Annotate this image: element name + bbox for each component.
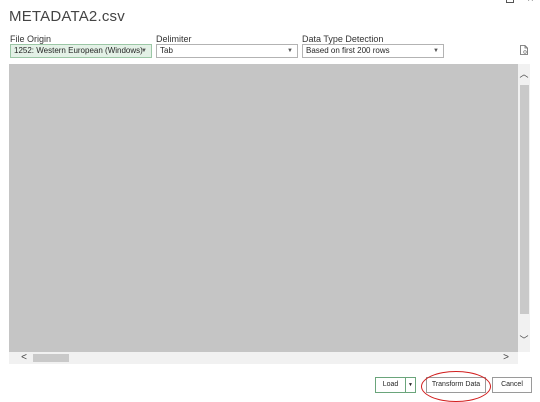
close-icon[interactable]: × [525, 0, 536, 5]
chevron-down-icon: ▼ [141, 48, 147, 54]
dialog-title: METADATA2.csv [9, 8, 125, 25]
scroll-up-icon[interactable]: ︿ [518, 68, 530, 80]
chevron-down-icon: ▼ [408, 382, 413, 388]
restore-icon[interactable] [504, 0, 515, 4]
data-preview-pane [9, 64, 518, 352]
delimiter-value: Tab [160, 46, 173, 55]
scroll-right-icon[interactable]: > [500, 352, 512, 364]
data-type-detection-value: Based on first 200 rows [306, 46, 390, 55]
scroll-down-icon[interactable]: ﹀ [518, 334, 530, 346]
document-icon[interactable] [520, 45, 528, 55]
horizontal-scroll-thumb[interactable] [33, 354, 69, 362]
annotation-circle [421, 371, 491, 402]
horizontal-scrollbar[interactable] [9, 352, 518, 364]
load-dropdown-button[interactable]: ▼ [405, 377, 416, 393]
file-origin-label: File Origin [10, 34, 52, 44]
data-type-detection-select[interactable]: Based on first 200 rows ▼ [302, 44, 444, 58]
file-origin-value: 1252: Western European (Windows) [14, 46, 143, 55]
data-type-detection-label: Data Type Detection [302, 34, 384, 44]
file-origin-select[interactable]: 1252: Western European (Windows) ▼ [10, 44, 152, 58]
load-button[interactable]: Load [375, 377, 406, 393]
vertical-scroll-thumb[interactable] [520, 85, 529, 314]
cancel-button[interactable]: Cancel [492, 377, 532, 393]
scroll-left-icon[interactable]: < [18, 352, 30, 364]
chevron-down-icon: ▼ [433, 48, 439, 54]
delimiter-select[interactable]: Tab ▼ [156, 44, 298, 58]
delimiter-label: Delimiter [156, 34, 192, 44]
window-controls: × [504, 0, 536, 5]
chevron-down-icon: ▼ [287, 48, 293, 54]
